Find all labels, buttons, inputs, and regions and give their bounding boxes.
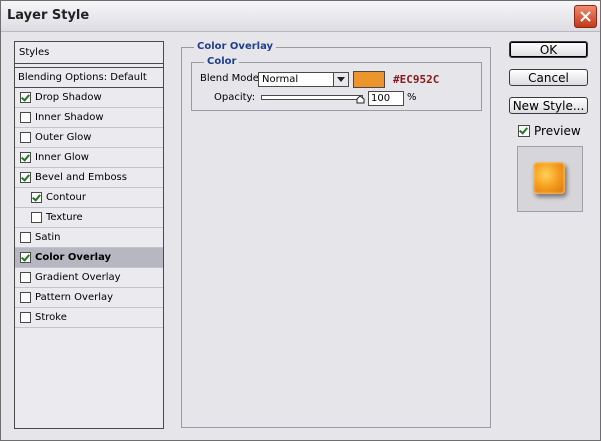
preview-thumbnail	[517, 146, 583, 212]
style-item-gradient-overlay[interactable]: Gradient Overlay	[15, 268, 163, 288]
style-item-label: Bevel and Emboss	[35, 172, 127, 183]
opacity-unit: %	[407, 92, 417, 103]
style-item-label: Texture	[46, 212, 83, 223]
layer-style-dialog: Layer Style Styles Blending Options: Def…	[0, 0, 601, 441]
style-checkbox[interactable]	[31, 192, 42, 203]
window-title: Layer Style	[7, 8, 90, 23]
preview-label: Preview	[534, 124, 581, 138]
style-item-bevel-and-emboss[interactable]: Bevel and Emboss	[15, 168, 163, 188]
style-item-label: Pattern Overlay	[35, 292, 114, 303]
color-group: Color Blend Mode: Normal #EC952C Opacity…	[191, 56, 482, 111]
opacity-slider-track[interactable]	[261, 95, 363, 100]
close-icon	[580, 11, 591, 22]
style-item-label: Color Overlay	[35, 252, 112, 263]
blend-mode-value: Normal	[262, 74, 299, 85]
style-item-label: Stroke	[35, 312, 67, 323]
blending-options-item[interactable]: Blending Options: Default	[15, 68, 163, 88]
opacity-label: Opacity:	[214, 92, 256, 103]
style-item-texture[interactable]: Texture	[15, 208, 163, 228]
style-checkbox[interactable]	[20, 272, 31, 283]
cancel-button[interactable]: Cancel	[509, 69, 588, 86]
color-swatch[interactable]	[353, 71, 385, 88]
color-overlay-group: Color Overlay Color Blend Mode: Normal #…	[181, 41, 491, 428]
blend-mode-label: Blend Mode:	[200, 73, 263, 84]
preview-checkbox[interactable]	[518, 125, 530, 137]
style-item-label: Gradient Overlay	[35, 272, 121, 283]
style-checkbox[interactable]	[20, 252, 31, 263]
style-checkbox[interactable]	[20, 112, 31, 123]
style-item-contour[interactable]: Contour	[15, 188, 163, 208]
style-item-stroke[interactable]: Stroke	[15, 308, 163, 328]
style-item-drop-shadow[interactable]: Drop Shadow	[15, 88, 163, 108]
title-bar: Layer Style	[1, 1, 600, 32]
color-group-title: Color	[204, 56, 240, 67]
color-hex-value: #EC952C	[393, 73, 440, 86]
style-item-pattern-overlay[interactable]: Pattern Overlay	[15, 288, 163, 308]
style-checkbox[interactable]	[20, 312, 31, 323]
style-item-label: Inner Glow	[35, 152, 89, 163]
styles-header[interactable]: Styles	[15, 42, 163, 64]
ok-button[interactable]: OK	[509, 41, 588, 58]
style-checkbox[interactable]	[20, 172, 31, 183]
style-checkbox[interactable]	[20, 232, 31, 243]
style-item-color-overlay[interactable]: Color Overlay	[15, 248, 163, 268]
chevron-down-icon[interactable]	[333, 73, 348, 86]
new-style-button[interactable]: New Style...	[509, 97, 588, 114]
opacity-input[interactable]: 100	[368, 91, 404, 106]
opacity-input-value: 100	[371, 93, 391, 104]
styles-list: Styles Blending Options: Default Drop Sh…	[14, 41, 164, 429]
style-checkbox[interactable]	[20, 152, 31, 163]
preview-toggle[interactable]: Preview	[518, 124, 581, 138]
style-item-outer-glow[interactable]: Outer Glow	[15, 128, 163, 148]
style-item-inner-shadow[interactable]: Inner Shadow	[15, 108, 163, 128]
style-checkbox[interactable]	[20, 132, 31, 143]
panel-title: Color Overlay	[194, 41, 277, 52]
style-checkbox[interactable]	[20, 92, 31, 103]
style-item-label: Drop Shadow	[35, 92, 102, 103]
style-item-label: Inner Shadow	[35, 112, 104, 123]
blend-mode-select[interactable]: Normal	[258, 72, 349, 87]
style-item-label: Outer Glow	[35, 132, 92, 143]
style-checkbox[interactable]	[20, 292, 31, 303]
style-item-satin[interactable]: Satin	[15, 228, 163, 248]
style-checkbox[interactable]	[31, 212, 42, 223]
preview-tile	[533, 162, 565, 194]
close-button[interactable]	[574, 5, 597, 28]
slider-thumb-icon[interactable]	[356, 96, 365, 104]
style-item-label: Contour	[46, 192, 86, 203]
style-item-label: Satin	[35, 232, 61, 243]
style-item-inner-glow[interactable]: Inner Glow	[15, 148, 163, 168]
